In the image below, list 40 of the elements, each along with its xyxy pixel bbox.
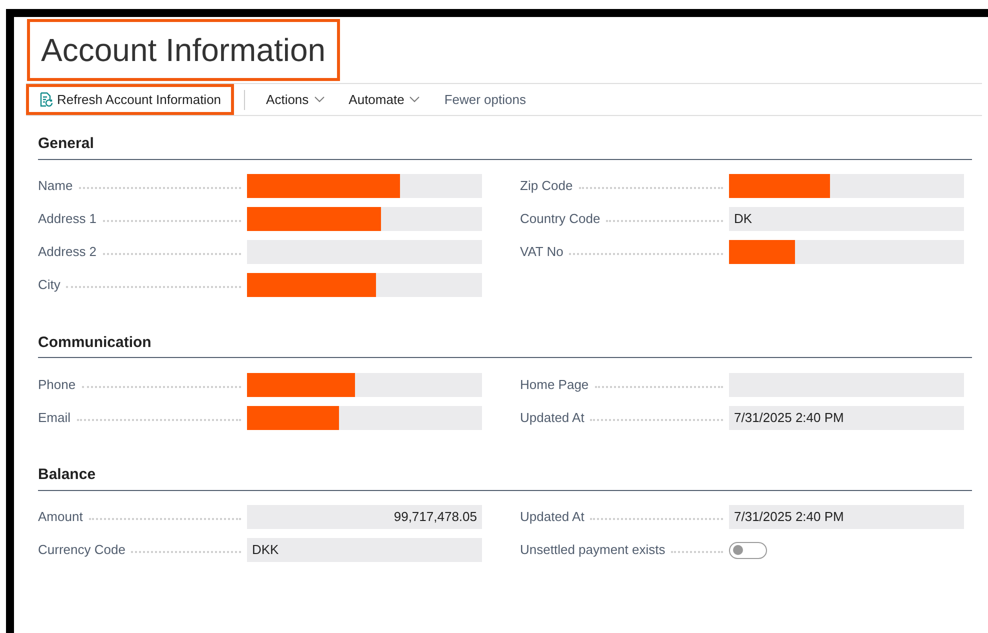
field-label: Name xyxy=(38,177,73,196)
value-field[interactable]: DKK xyxy=(247,538,482,562)
field-label: Address 1 xyxy=(38,210,97,228)
document-refresh-icon xyxy=(39,92,53,107)
value-field[interactable] xyxy=(247,273,482,297)
field-label: Amount xyxy=(38,508,83,526)
field-label: Phone xyxy=(38,376,76,394)
field-label: Updated At xyxy=(520,508,584,526)
field-label: Email xyxy=(38,408,71,427)
field-label: Unsettled payment exists xyxy=(520,541,666,560)
value-field[interactable]: 99,717,478.05 xyxy=(247,505,482,529)
value-field[interactable]: 7/31/2025 2:40 PM xyxy=(729,406,964,430)
chevron-down-icon xyxy=(314,96,325,103)
field-label: Currency Code xyxy=(38,541,126,560)
chevron-down-icon xyxy=(409,96,420,103)
value-field[interactable] xyxy=(247,406,482,430)
value-field[interactable] xyxy=(729,174,964,198)
value-field[interactable] xyxy=(729,240,964,264)
field-label: VAT No xyxy=(520,243,564,262)
field-label: Country Code xyxy=(520,210,600,228)
value-field[interactable] xyxy=(247,174,482,198)
field-label: Home Page xyxy=(520,376,589,394)
field-label: Zip Code xyxy=(520,177,573,196)
value-field[interactable]: DK xyxy=(729,207,964,231)
page-title: Account Information xyxy=(27,19,340,81)
field-label: Address 2 xyxy=(38,243,97,262)
toggle-switch[interactable] xyxy=(729,542,767,558)
redaction-block xyxy=(729,240,795,264)
section-header[interactable]: Balance xyxy=(38,464,972,490)
section-header[interactable]: General xyxy=(38,133,972,160)
value-field[interactable] xyxy=(247,372,482,396)
value-field[interactable] xyxy=(247,207,482,231)
field-label: Updated At xyxy=(520,408,584,427)
menu-button[interactable]: Automate xyxy=(346,86,424,112)
menu-button[interactable]: Actions xyxy=(263,86,328,112)
section-header[interactable]: Communication xyxy=(38,332,972,358)
refresh-button[interactable]: Refresh Account Information xyxy=(26,84,234,115)
fewer-options-link[interactable]: Fewer options xyxy=(441,86,529,112)
value-field[interactable]: 7/31/2025 2:40 PM xyxy=(729,505,964,529)
field-label: City xyxy=(38,276,60,294)
